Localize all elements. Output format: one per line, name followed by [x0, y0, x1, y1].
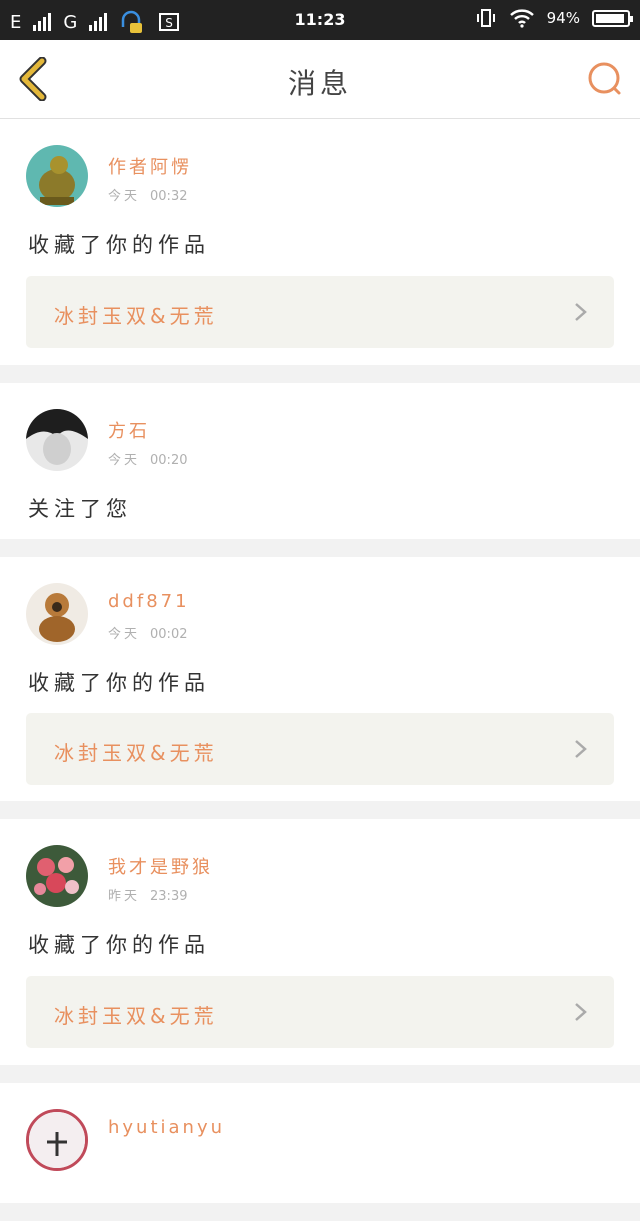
- timestamp: 今天 00:20: [108, 453, 188, 468]
- work-link[interactable]: 冰封玉双&无荒: [26, 976, 614, 1048]
- work-title: 冰封玉双&无荒: [54, 741, 218, 765]
- action-text: 收藏了你的作品: [28, 233, 210, 257]
- avatar[interactable]: [26, 145, 88, 207]
- action-text: 关注了您: [28, 497, 132, 521]
- avatar[interactable]: [26, 409, 88, 471]
- message-list: 作者阿愣 今天 00:32 收藏了你的作品 冰封玉双&无荒 方石 今天 00:20 …: [0, 119, 640, 1221]
- status-bar: E G S 11:23 94%: [0, 0, 640, 40]
- timestamp: 昨天 23:39: [108, 889, 188, 904]
- work-link[interactable]: 冰封玉双&无荒: [26, 276, 614, 348]
- page-title: 消息: [287, 67, 352, 100]
- user-name[interactable]: 我才是野狼: [108, 853, 213, 879]
- message-card: ddf871 今天 00:02 收藏了你的作品 冰封玉双&无荒: [0, 557, 640, 801]
- wifi-icon: [509, 9, 534, 28]
- action-text: 收藏了你的作品: [28, 933, 210, 957]
- top-nav: 消息: [0, 40, 640, 119]
- work-title: 冰封玉双&无荒: [54, 1004, 218, 1028]
- timestamp: 今天 00:02: [108, 627, 188, 642]
- avatar[interactable]: [26, 583, 88, 645]
- user-name[interactable]: ddf871: [108, 591, 190, 612]
- battery-icon: [592, 9, 633, 27]
- chevron-right-icon: [575, 740, 587, 758]
- user-name[interactable]: hyutianyu: [108, 1117, 225, 1138]
- chevron-right-icon: [575, 303, 587, 321]
- message-card: 方石 今天 00:20 关注了您: [0, 383, 640, 539]
- user-name[interactable]: 方石: [108, 417, 150, 443]
- work-link[interactable]: 冰封玉双&无荒: [26, 713, 614, 785]
- timestamp: 今天 00:32: [108, 189, 188, 204]
- action-text: 收藏了你的作品: [28, 671, 210, 695]
- work-title: 冰封玉双&无荒: [54, 304, 218, 328]
- message-card: 我才是野狼 昨天 23:39 收藏了你的作品 冰封玉双&无荒: [0, 819, 640, 1065]
- chevron-right-icon: [575, 1003, 587, 1021]
- user-name[interactable]: 作者阿愣: [108, 153, 192, 179]
- avatar[interactable]: [26, 1109, 88, 1171]
- vibrate-icon: [476, 9, 495, 27]
- avatar[interactable]: [26, 845, 88, 907]
- search-icon[interactable]: [586, 60, 624, 98]
- battery-percent: 94%: [546, 9, 580, 27]
- message-card: hyutianyu: [0, 1083, 640, 1203]
- message-card: 作者阿愣 今天 00:32 收藏了你的作品 冰封玉双&无荒: [0, 119, 640, 365]
